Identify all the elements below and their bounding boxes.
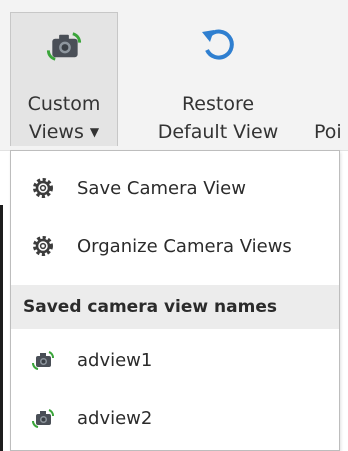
saved-view-item-adview1[interactable]: adview1	[11, 331, 339, 389]
custom-views-dropdown: Save Camera View Organize Camera Views S…	[10, 150, 340, 451]
restore-default-view-button[interactable]: Restore Default View	[148, 12, 288, 146]
camera-sync-icon	[31, 409, 54, 428]
ribbon-toolbar: Custom Views ▼ Restore Default View Poi	[0, 0, 348, 151]
saved-view-label: adview1	[77, 349, 153, 371]
point-button[interactable]: Poi	[314, 12, 348, 146]
restore-label-line2: Default View	[157, 121, 279, 143]
saved-view-item-adview2[interactable]: adview2	[11, 389, 339, 447]
point-label-line2: Poi	[314, 121, 342, 143]
gear-icon	[33, 236, 53, 256]
chevron-down-icon: ▼	[89, 125, 100, 139]
camera-sync-icon	[46, 32, 82, 61]
gear-icon	[33, 178, 53, 198]
restore-label-line1: Restore	[181, 93, 255, 115]
organize-camera-views-item[interactable]: Organize Camera Views	[11, 217, 339, 275]
restore-arrow-icon	[202, 29, 234, 60]
background-window-edge	[0, 205, 3, 451]
camera-sync-icon	[31, 351, 54, 370]
saved-views-header: Saved camera view names	[11, 285, 339, 329]
organize-camera-views-label: Organize Camera Views	[77, 235, 292, 257]
saved-view-label: adview2	[77, 407, 153, 429]
custom-views-label-line2: Views ▼	[28, 121, 100, 143]
custom-views-button[interactable]: Custom Views ▼	[10, 12, 118, 146]
custom-views-label-line1: Custom	[27, 93, 101, 115]
save-camera-view-label: Save Camera View	[77, 177, 246, 199]
save-camera-view-item[interactable]: Save Camera View	[11, 159, 339, 217]
point-label	[314, 90, 320, 118]
